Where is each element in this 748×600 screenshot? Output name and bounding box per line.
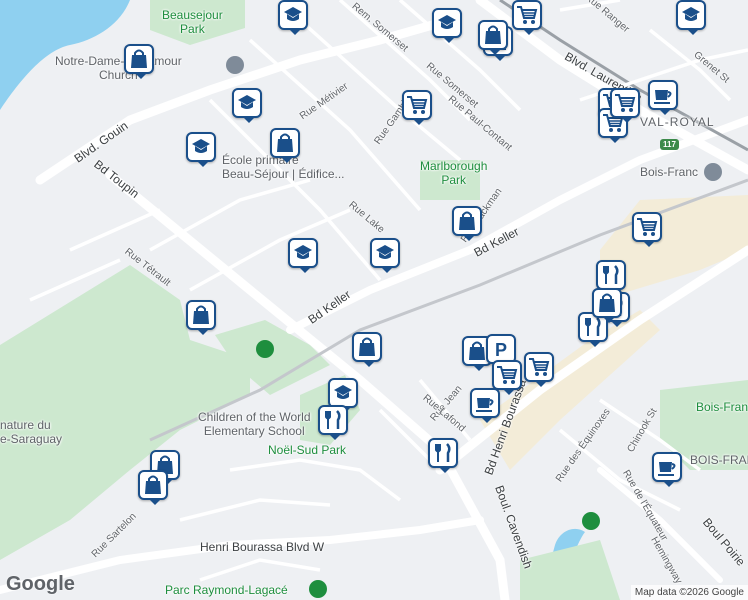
parking-icon: P [495, 340, 507, 360]
restaurant-icon [435, 443, 451, 462]
school-marker[interactable] [370, 238, 400, 273]
grocery-marker[interactable] [492, 360, 522, 395]
shopping-marker[interactable] [352, 332, 382, 367]
cafe-icon [658, 462, 676, 476]
school-marker[interactable] [328, 378, 358, 413]
grocery-marker[interactable] [632, 212, 662, 247]
shopping-cart-icon [407, 96, 428, 114]
shopping-cart-icon [529, 358, 550, 376]
school-marker[interactable] [232, 88, 262, 123]
grocery-marker[interactable] [512, 0, 542, 35]
cafe-marker[interactable] [652, 452, 682, 487]
shopping-icon [599, 293, 615, 312]
raymond-park-area [520, 540, 620, 600]
church-label: Notre-Dame-Del-Amour Church [55, 54, 182, 82]
grocery-marker[interactable] [402, 90, 432, 125]
restaurant-marker[interactable] [596, 260, 626, 295]
val-royal-label: VAL-ROYAL [640, 115, 715, 129]
beausejour-park-label: Beausejour Park [162, 8, 223, 36]
school-marker[interactable] [676, 0, 706, 35]
noel-sud-park-label: Noël-Sud Park [268, 443, 347, 457]
shopping-cart-icon [517, 6, 538, 24]
train-station-icon[interactable] [704, 163, 722, 181]
nature-label: nature du [0, 418, 51, 432]
restaurant-icon [603, 265, 619, 284]
bois-franc-station-label: Bois-Franc [640, 165, 699, 179]
shopping-icon [469, 341, 485, 360]
shopping-marker[interactable] [592, 288, 622, 323]
school-icon [682, 7, 700, 21]
restaurant-icon [585, 317, 601, 336]
school-icon [294, 245, 312, 259]
shopping-marker[interactable] [124, 44, 154, 79]
shopping-icon [485, 25, 501, 44]
school-icon [376, 245, 394, 259]
google-logo: Google [6, 573, 75, 595]
restaurant-marker[interactable] [318, 405, 348, 440]
cafe-marker[interactable] [648, 80, 678, 115]
restaurant-marker[interactable] [428, 438, 458, 473]
shopping-cart-icon [637, 218, 658, 236]
shopping-icon [193, 305, 209, 324]
shopping-cart-icon [497, 366, 518, 384]
shopping-icon [145, 475, 161, 494]
saraguay-label: e-Saraguay [0, 432, 63, 446]
school-marker[interactable] [278, 0, 308, 35]
bois-franc-area-label: BOIS-FRAN [690, 453, 748, 467]
svg-text:P: P [495, 340, 507, 360]
school-marker[interactable] [432, 8, 462, 43]
henri-bourassa-w-label: Henri Bourassa Blvd W [200, 540, 325, 554]
school-marker[interactable] [186, 132, 216, 167]
school-icon [238, 95, 256, 109]
shopping-icon [277, 133, 293, 152]
school-icon [192, 139, 210, 153]
cafe-icon [654, 90, 672, 104]
cafe-icon [476, 398, 494, 412]
shopping-icon [131, 49, 147, 68]
map-canvas[interactable]: Beausejour Park Notre-Dame-Del-Amour Chu… [0, 0, 748, 600]
bois-franc-park-label: Bois-Fran [696, 400, 748, 414]
grocery-marker[interactable] [524, 352, 554, 387]
shopping-icon [359, 337, 375, 356]
shopping-cart-icon [615, 94, 636, 112]
shopping-marker[interactable] [478, 20, 508, 55]
shopping-marker[interactable] [270, 128, 300, 163]
park-pin-icon[interactable] [256, 340, 274, 358]
children-school-label: Children of the World Elementary School [198, 410, 311, 438]
shopping-marker[interactable] [186, 300, 216, 335]
school-marker[interactable] [288, 238, 318, 273]
grocery-marker[interactable] [610, 88, 640, 123]
school-icon [284, 7, 302, 21]
parc-raymond-label: Parc Raymond-Lagacé [165, 583, 288, 597]
church-icon[interactable] [226, 56, 244, 74]
school-icon [334, 385, 352, 399]
marlborough-park-label: Marlborough Park [420, 159, 488, 187]
route-117-shield: 117 [660, 139, 679, 150]
park-pin-icon[interactable] [582, 512, 600, 530]
shopping-marker[interactable] [452, 206, 482, 241]
restaurant-icon [325, 410, 341, 429]
shopping-marker[interactable] [138, 470, 168, 505]
school-icon [438, 15, 456, 29]
cafe-marker[interactable] [470, 388, 500, 423]
shopping-icon [459, 211, 475, 230]
park-pin-icon[interactable] [309, 580, 327, 598]
map-attribution[interactable]: Map data ©2026 Google [630, 585, 748, 600]
